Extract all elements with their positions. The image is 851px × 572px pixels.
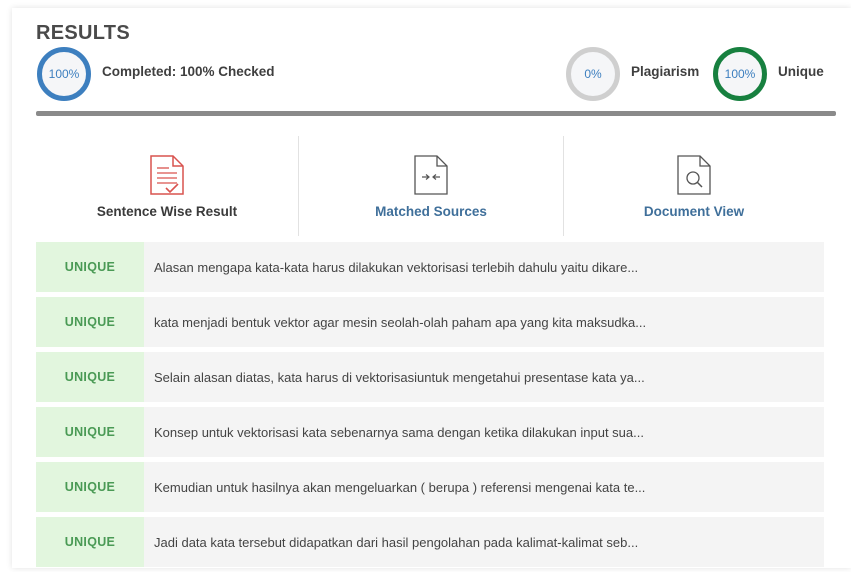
status-badge: UNIQUE: [36, 352, 144, 402]
sentence-text: Alasan mengapa kata-kata harus dilakukan…: [154, 259, 639, 275]
unique-percent: 100%: [724, 67, 756, 81]
tab-document-view-label: Document View: [643, 204, 745, 219]
sentence-list: UNIQUE Alasan mengapa kata-kata harus di…: [36, 242, 824, 572]
status-badge: UNIQUE: [36, 462, 144, 512]
unique-ring: 100%: [713, 47, 767, 101]
tab-matched-sources-label: Matched Sources: [375, 204, 487, 219]
plagiarism-percent: 0%: [584, 67, 602, 81]
document-compare-icon: [414, 155, 448, 195]
sentence-row[interactable]: UNIQUE Selain alasan diatas, kata harus …: [36, 352, 824, 402]
completed-ring: 100%: [37, 47, 91, 101]
sentence-row[interactable]: UNIQUE Kemudian untuk hasilnya akan meng…: [36, 462, 824, 512]
unique-label: Unique: [778, 64, 824, 79]
tab-sentence-wise-result-label: Sentence Wise Result: [96, 204, 238, 219]
tab-matched-sources[interactable]: Matched Sources: [300, 136, 562, 236]
check-progress-bar: [36, 111, 836, 116]
status-badge: UNIQUE: [36, 517, 144, 567]
sentence-text: Konsep untuk vektorisasi kata sebenarnya…: [154, 424, 644, 440]
sentence-row[interactable]: UNIQUE kata menjadi bentuk vektor agar m…: [36, 297, 824, 347]
tab-divider: [298, 136, 299, 236]
status-badge: UNIQUE: [36, 242, 144, 292]
sentence-row[interactable]: UNIQUE Alasan mengapa kata-kata harus di…: [36, 242, 824, 292]
completed-percent: 100%: [48, 67, 80, 81]
tab-document-view[interactable]: Document View: [564, 136, 824, 236]
completed-label: Completed: 100% Checked: [102, 64, 275, 79]
sentence-text: Selain alasan diatas, kata harus di vekt…: [154, 369, 645, 385]
document-check-icon: [150, 155, 184, 195]
tab-sentence-wise-result[interactable]: Sentence Wise Result: [36, 136, 298, 236]
plagiarism-label: Plagiarism: [631, 64, 700, 79]
sentence-text: Kemudian untuk hasilnya akan mengeluarka…: [154, 479, 646, 495]
sentence-text: kata menjadi bentuk vektor agar mesin se…: [154, 314, 647, 330]
status-badge: UNIQUE: [36, 407, 144, 457]
sentence-text: Jadi data kata tersebut didapatkan dari …: [154, 534, 639, 550]
result-tabs: Sentence Wise Result Matched Sources Doc…: [36, 136, 824, 236]
document-search-icon: [677, 155, 711, 195]
status-badge: UNIQUE: [36, 297, 144, 347]
sentence-row[interactable]: UNIQUE Konsep untuk vektorisasi kata seb…: [36, 407, 824, 457]
plagiarism-ring: 0%: [566, 47, 620, 101]
results-title: RESULTS: [36, 22, 130, 44]
sentence-row[interactable]: UNIQUE Jadi data kata tersebut didapatka…: [36, 517, 824, 567]
